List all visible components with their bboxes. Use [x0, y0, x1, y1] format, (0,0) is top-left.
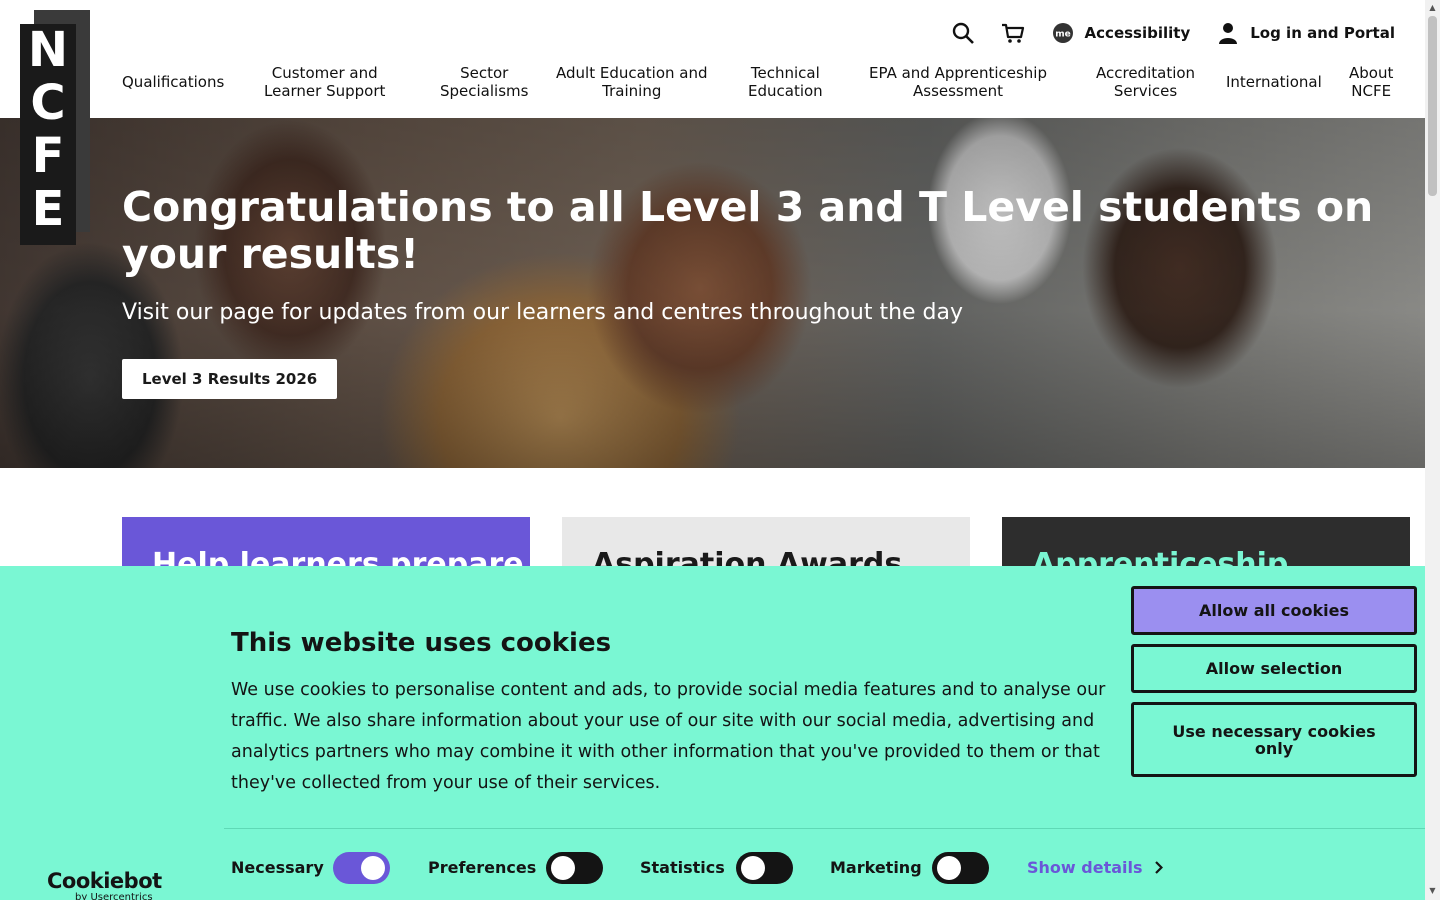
- main-navigation: Qualifications Customer and Learner Supp…: [114, 64, 1414, 104]
- scrollbar-thumb[interactable]: [1428, 16, 1437, 196]
- hero-overlay: [0, 118, 1425, 468]
- toggle-knob: [551, 856, 575, 880]
- results-button[interactable]: Level 3 Results 2026: [122, 359, 338, 399]
- ncfe-logo[interactable]: N C F E: [20, 10, 90, 245]
- cookiebot-name: Cookiebot: [47, 869, 162, 893]
- cookie-divider: [224, 828, 1425, 829]
- toggle-label-statistics: Statistics: [640, 858, 725, 877]
- cookie-description: We use cookies to personalise content an…: [231, 680, 1106, 793]
- cookie-title: This website uses cookies: [231, 628, 612, 658]
- page-scrollbar[interactable]: ▲ ▼: [1425, 0, 1440, 900]
- show-details-label: Show details: [1027, 858, 1143, 877]
- site-header: me Accessibility Log in and Portal Quali…: [0, 0, 1425, 118]
- logo-letter-n: N: [27, 22, 69, 78]
- nav-qualifications[interactable]: Qualifications: [122, 73, 224, 91]
- search-button[interactable]: [951, 21, 975, 45]
- search-icon: [952, 22, 974, 44]
- logo-letter-e: E: [31, 181, 65, 237]
- login-label: Log in and Portal: [1250, 24, 1395, 42]
- logo-letters: N C F E: [20, 24, 76, 245]
- toggle-necessary[interactable]: [333, 852, 390, 884]
- toggle-knob: [937, 856, 961, 880]
- allow-selection-button[interactable]: Allow selection: [1131, 644, 1417, 693]
- toggle-knob: [741, 856, 765, 880]
- accessibility-button[interactable]: me Accessibility: [1051, 21, 1191, 45]
- toggle-label-preferences: Preferences: [428, 858, 537, 877]
- cookiebot-by: by Usercentrics: [75, 892, 153, 900]
- cookie-banner: This website uses cookies We use cookies…: [0, 566, 1425, 900]
- allow-all-cookies-button[interactable]: Allow all cookies: [1131, 586, 1417, 635]
- scroll-up-icon[interactable]: ▲: [1428, 3, 1437, 13]
- user-icon: [1219, 23, 1238, 44]
- nav-international[interactable]: International: [1226, 73, 1322, 91]
- nav-about-ncfe[interactable]: About NCFE: [1349, 64, 1393, 100]
- nav-epa-apprenticeship[interactable]: EPA and Apprenticeship Assessment: [869, 64, 1047, 100]
- recite-me-icon: me: [1052, 23, 1073, 43]
- login-button[interactable]: Log in and Portal: [1216, 21, 1395, 45]
- toggle-statistics[interactable]: [736, 852, 793, 884]
- svg-text:me: me: [1055, 30, 1070, 40]
- toggle-knob: [361, 856, 385, 880]
- cookiebot-logo[interactable]: Cookiebot by Usercentrics: [47, 869, 162, 900]
- logo-letter-f: F: [31, 128, 65, 184]
- basket-button[interactable]: [1001, 21, 1025, 45]
- show-details-link[interactable]: Show details: [1027, 858, 1163, 877]
- nav-sector-specialisms[interactable]: Sector Specialisms: [440, 64, 528, 100]
- basket-icon: [1001, 23, 1024, 43]
- scroll-down-icon[interactable]: ▼: [1428, 886, 1437, 896]
- logo-letter-c: C: [30, 75, 66, 131]
- toggle-marketing[interactable]: [932, 852, 989, 884]
- necessary-only-button[interactable]: Use necessary cookies only: [1131, 702, 1417, 777]
- toggle-label-marketing: Marketing: [830, 858, 922, 877]
- toggle-preferences[interactable]: [546, 852, 603, 884]
- toggle-label-necessary: Necessary: [231, 858, 324, 877]
- nav-customer-learner-support[interactable]: Customer and Learner Support: [264, 64, 385, 100]
- utility-bar: me Accessibility Log in and Portal: [951, 18, 1395, 48]
- chevron-right-icon: [1154, 861, 1163, 874]
- hero-title: Congratulations to all Level 3 and T Lev…: [122, 183, 1374, 278]
- hero-banner: Congratulations to all Level 3 and T Lev…: [0, 118, 1425, 468]
- accessibility-label: Accessibility: [1084, 24, 1191, 42]
- cookie-toggles: Necessary Preferences Statistics Marketi…: [231, 852, 1231, 884]
- nav-technical-education[interactable]: Technical Education: [748, 64, 823, 100]
- page: me Accessibility Log in and Portal Quali…: [0, 0, 1440, 900]
- hero-subtitle: Visit our page for updates from our lear…: [122, 300, 964, 325]
- nav-adult-education[interactable]: Adult Education and Training: [556, 64, 708, 100]
- nav-accreditation-services[interactable]: Accreditation Services: [1096, 64, 1195, 100]
